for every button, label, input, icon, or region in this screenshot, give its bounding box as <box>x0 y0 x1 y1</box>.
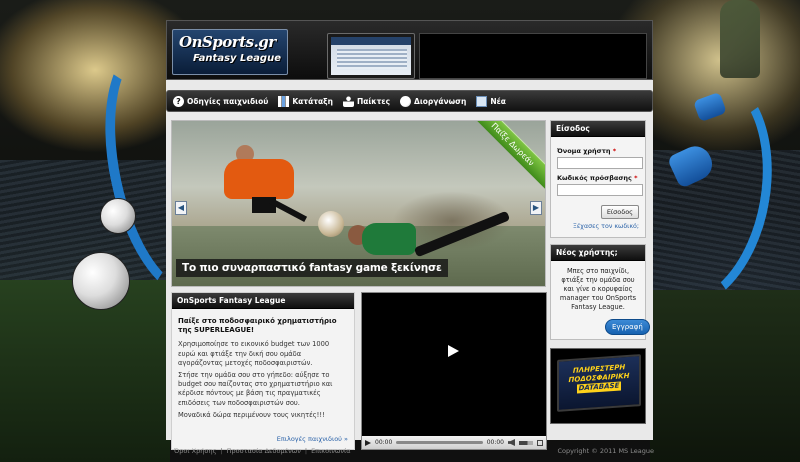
soccer-ball-icon <box>100 198 136 234</box>
forgot-password-link[interactable]: Ξέχασες τον κωδικό; <box>573 223 639 230</box>
slider-caption: Το πιο συναρπαστικό fantasy game ξεκίνησ… <box>176 259 448 277</box>
about-heading: Παίξε στο ποδοσφαιρικό χρηματιστήριο της… <box>178 317 337 335</box>
about-panel: OnSports Fantasy League Παίξε στο ποδοσφ… <box>171 292 355 450</box>
register-button[interactable]: Εγγραφή <box>605 319 650 335</box>
username-label: Όνομα χρήστη * <box>557 147 617 155</box>
login-panel: Είσοδος Όνομα χρήστη * Κωδικός πρόσβασης… <box>550 120 646 238</box>
menu-item-instructions[interactable]: ? Οδηγίες παιχνιδιού <box>173 95 269 107</box>
pitch-grass-left <box>0 280 170 462</box>
speaker-icon[interactable] <box>508 439 515 446</box>
player-orange-shirt <box>224 159 294 199</box>
slider-next-button[interactable]: ▶ <box>530 201 542 215</box>
about-panel-title: OnSports Fantasy League <box>172 293 354 309</box>
main-menu: ? Οδηγίες παιχνιδιού Κατάταξη Παίκτες Δι… <box>166 90 653 112</box>
footer-link-privacy[interactable]: Προστασία Δεδομένων <box>227 447 301 455</box>
login-panel-title: Είσοδος <box>551 121 645 137</box>
game-options-link[interactable]: Επιλογές παιχνιδιού » <box>277 435 348 443</box>
about-paragraph: Μοναδικά δώρα περιμένουν τους νικητές!!! <box>178 410 325 419</box>
stadium-stands-left <box>0 160 170 280</box>
login-button[interactable]: Είσοδος <box>600 205 639 219</box>
match-ball <box>318 211 344 237</box>
menu-item-ranking[interactable]: Κατάταξη <box>278 95 333 107</box>
play-pause-button[interactable] <box>365 439 371 446</box>
news-icon <box>476 95 488 107</box>
play-free-ribbon[interactable]: Παίξε Δωρεάν <box>464 121 545 193</box>
menu-item-label: Διοργάνωση <box>414 96 467 106</box>
new-user-panel-title: Νέος χρήστης; <box>551 245 645 261</box>
username-field[interactable] <box>557 157 643 169</box>
header-banner-area <box>419 33 647 79</box>
logo-subtitle: Fantasy League <box>193 53 281 64</box>
video-seek-bar[interactable] <box>396 441 483 444</box>
about-paragraph: Χρησιμοποίησε το εικονικό budget των 100… <box>178 340 330 367</box>
new-user-text: Μπες στο παιχνίδι, φτιάξε την ομάδα σου … <box>559 267 637 311</box>
logo-title: OnSports.gr <box>179 33 276 51</box>
promo-line: DATABASE <box>576 381 622 394</box>
site-logo[interactable]: OnSports.gr Fantasy League <box>172 29 288 75</box>
menu-item-players[interactable]: Παίκτες <box>342 95 391 107</box>
video-total-time: 00:00 <box>486 439 504 446</box>
whistle-icon <box>693 91 727 123</box>
promo-screen: ΠΛΗΡΕΣΤΕΡΗ ΠΟΔΟΣΦΑΙΡΙΚΗ DATABASE <box>557 354 641 412</box>
new-user-panel: Νέος χρήστης; Μπες στο παιχνίδι, φτιάξε … <box>550 244 650 340</box>
pitch-grass-right <box>650 290 800 462</box>
play-icon[interactable] <box>448 345 459 357</box>
hero-slider[interactable]: Παίξε Δωρεάν ◀ ▶ Το πιο συναρπαστικό fan… <box>171 120 546 287</box>
soccer-ball-icon <box>72 252 130 310</box>
soccer-ball-icon <box>400 95 412 107</box>
players-icon <box>342 95 354 107</box>
copyright-text: Copyright © 2011 MS League <box>557 447 654 455</box>
menu-item-label: Νέα <box>490 96 506 106</box>
footer-link-terms[interactable]: Όροι Χρήσης <box>174 447 216 455</box>
help-icon: ? <box>173 95 184 107</box>
page-container: OnSports.gr Fantasy League ? Οδηγίες παι… <box>166 20 653 450</box>
site-screenshot-thumbnail <box>327 33 415 79</box>
database-promo-banner[interactable]: ΠΛΗΡΕΣΤΕΡΗ ΠΟΔΟΣΦΑΙΡΙΚΗ DATABASE <box>550 348 646 424</box>
video-player[interactable]: 00:00 00:00 <box>361 292 547 450</box>
footer-link-contact[interactable]: Επικοινωνία <box>311 447 350 455</box>
fullscreen-icon[interactable] <box>537 439 543 446</box>
about-paragraph: Στήσε την ομάδα σου στο γήπεδο: αύξησε τ… <box>178 371 333 407</box>
password-field[interactable] <box>557 184 643 196</box>
goalkeeper-figure <box>720 0 760 78</box>
site-footer: Όροι Χρήσης | Προστασία Δεδομένων | Επικοινω… <box>174 447 654 455</box>
ranking-icon <box>278 95 290 107</box>
whistle-icon <box>666 141 718 189</box>
menu-item-news[interactable]: Νέα <box>476 95 506 107</box>
goalkeeper-green-shirt <box>362 223 416 255</box>
menu-item-label: Παίκτες <box>356 96 391 106</box>
menu-item-label: Οδηγίες παιχνιδιού <box>187 96 269 106</box>
stadium-stands-right <box>650 150 800 290</box>
menu-item-label: Κατάταξη <box>292 96 333 106</box>
volume-slider[interactable] <box>519 440 533 445</box>
video-current-time: 00:00 <box>375 439 393 446</box>
password-label: Κωδικός πρόσβασης * <box>557 174 638 182</box>
menu-item-tournament[interactable]: Διοργάνωση <box>400 95 467 107</box>
site-header: OnSports.gr Fantasy League <box>166 20 653 80</box>
slider-prev-button[interactable]: ◀ <box>175 201 187 215</box>
